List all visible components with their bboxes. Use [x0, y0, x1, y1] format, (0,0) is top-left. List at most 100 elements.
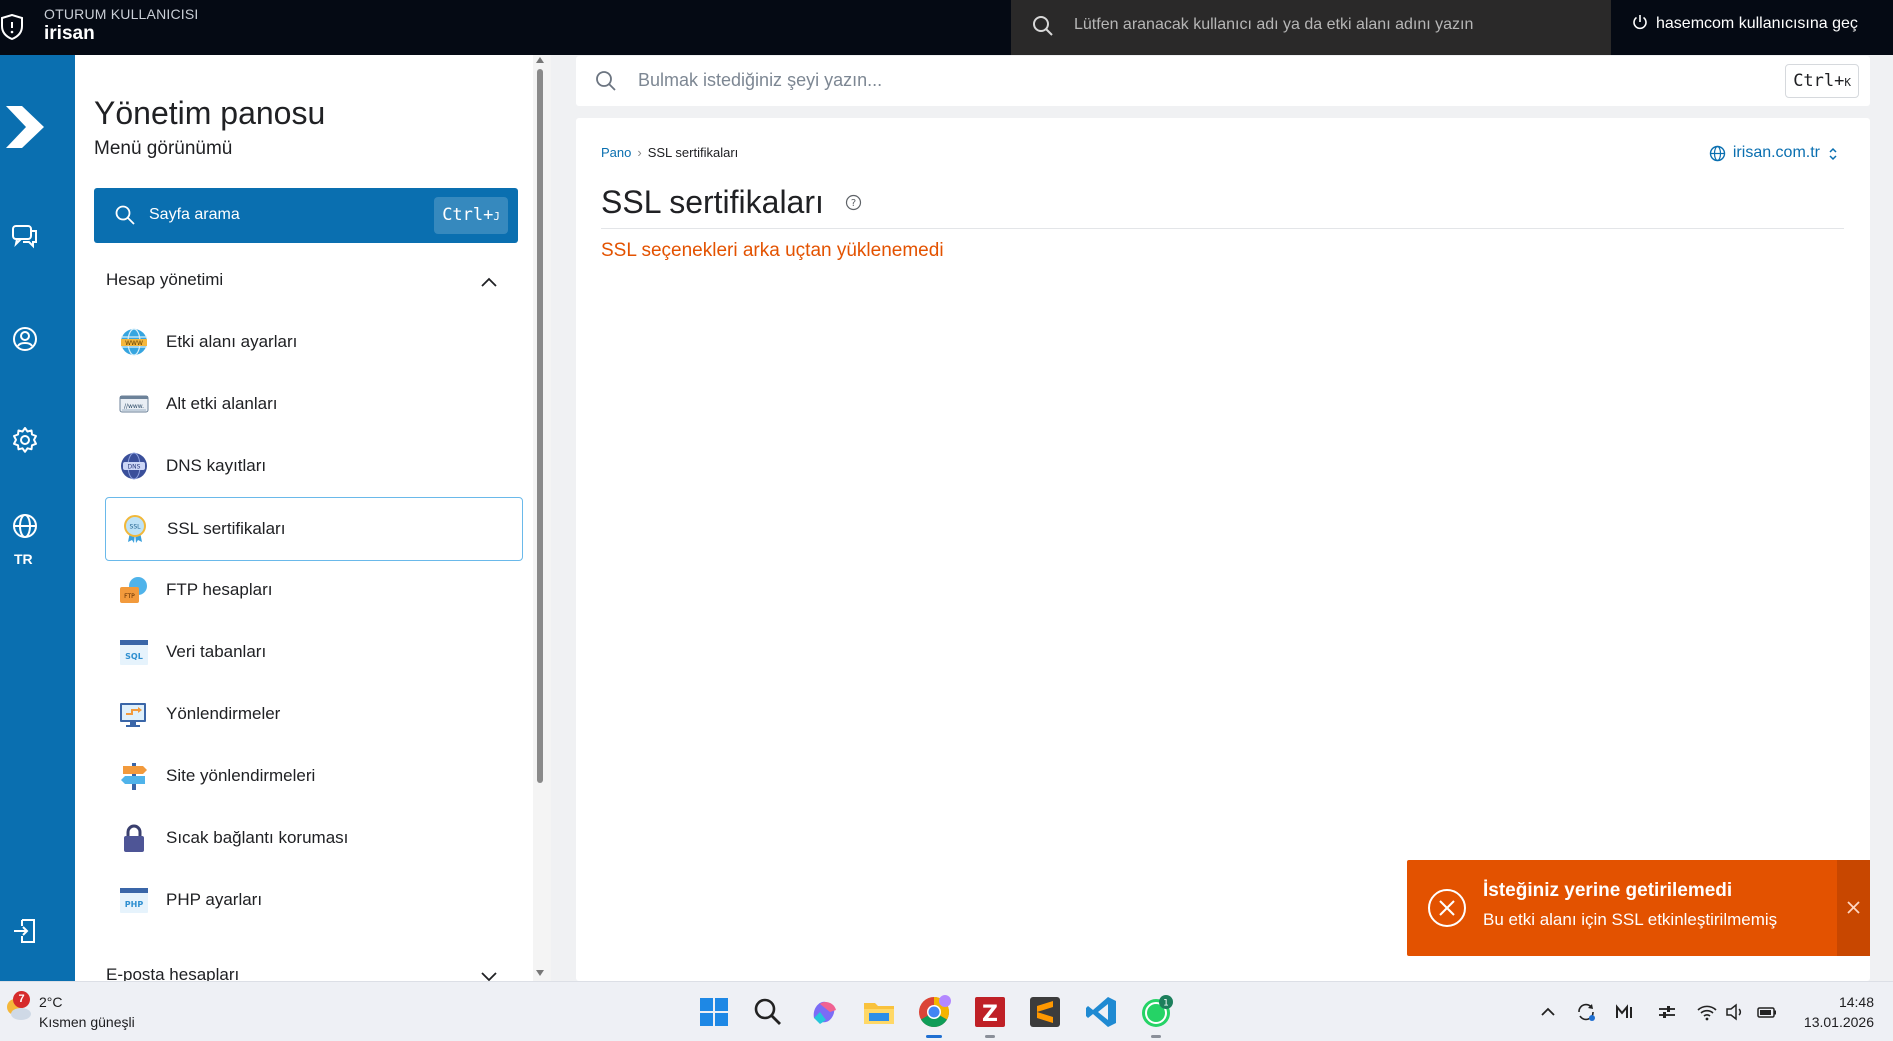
weather-temperature: 2°C	[39, 994, 63, 1010]
sidebar-item-hotlink-protection[interactable]: Sıcak bağlantı koruması	[105, 807, 523, 871]
sidebar-item-label: Site yönlendirmeleri	[166, 766, 316, 785]
chevron-up-icon[interactable]	[480, 273, 498, 291]
page-search-label: Sayfa arama	[149, 206, 240, 223]
sidebar-item-redirects[interactable]: Yönlendirmeler	[105, 683, 523, 747]
session-username: irisan	[44, 23, 95, 44]
sidebar-item-label: Alt etki alanları	[166, 394, 278, 413]
subdomain-icon: //www.	[119, 395, 149, 413]
sidebar-item-subdomains[interactable]: //www. Alt etki alanları	[105, 373, 523, 437]
main-search-placeholder: Bulmak istediğiniz şeyi yazın...	[638, 70, 883, 90]
breadcrumb-separator-icon: ›	[637, 145, 642, 160]
breadcrumb-home[interactable]: Pano	[601, 145, 631, 160]
vscode-icon[interactable]	[1083, 994, 1119, 1030]
sidebar-item-label: Etki alanı ayarları	[166, 332, 298, 351]
power-icon	[1633, 15, 1647, 30]
battery-icon[interactable]	[1756, 1001, 1778, 1023]
settings-sliders-icon[interactable]	[1656, 1001, 1678, 1023]
sidebar-item-ftp-accounts[interactable]: FTP FTP hesapları	[105, 559, 523, 623]
top-bar: OTURUM KULLANICISI irisan Lütfen aranaca…	[0, 0, 1893, 55]
breadcrumb-current: SSL sertifikaları	[647, 145, 739, 160]
section-account-management[interactable]: Hesap yönetimi	[106, 270, 223, 290]
section-email-accounts[interactable]: E-posta hesapları	[106, 965, 239, 981]
svg-text:SQL: SQL	[125, 652, 143, 661]
sublime-text-icon[interactable]	[1027, 994, 1063, 1030]
clock-time[interactable]: 14:48	[1820, 994, 1874, 1010]
sidebar-item-site-redirects[interactable]: Site yönlendirmeleri	[105, 745, 523, 809]
chrome-icon[interactable]	[916, 994, 952, 1030]
sync-icon[interactable]	[1575, 1001, 1597, 1023]
user-domain-search[interactable]: Lütfen aranacak kullanıcı adı ya da etki…	[1011, 0, 1611, 55]
session-label: OTURUM KULLANICISI	[44, 6, 199, 22]
page-title: SSL sertifikaları	[601, 184, 824, 220]
chevron-up-icon[interactable]	[1537, 1001, 1559, 1023]
lock-icon	[124, 824, 144, 852]
www-icon: WWW	[121, 328, 147, 356]
user-domain-search-placeholder: Lütfen aranacak kullanıcı adı ya da etki…	[1074, 16, 1474, 33]
scroll-thumb[interactable]	[537, 69, 543, 783]
sidebar-item-dns-records[interactable]: DNS DNS kayıtları	[105, 435, 523, 499]
filezilla-icon[interactable]: Z	[972, 994, 1008, 1030]
whatsapp-icon[interactable]: 1	[1138, 994, 1174, 1030]
file-explorer-icon[interactable]	[861, 994, 897, 1030]
svg-text:SSL: SSL	[130, 524, 142, 531]
switch-user-button[interactable]: hasemcom kullanıcısına geç	[1632, 14, 1858, 33]
domain-selector-label: irisan.com.tr	[1732, 144, 1820, 161]
sidebar-item-label: Yönlendirmeler	[166, 704, 281, 723]
help-icon[interactable]: ?	[845, 194, 862, 211]
sidebar-item-php-settings[interactable]: PHP PHP ayarları	[105, 869, 523, 933]
logout-icon[interactable]	[11, 917, 39, 945]
windows-start-icon[interactable]	[696, 994, 732, 1030]
main-search-shortcut: Ctrl+K	[1785, 64, 1859, 98]
scroll-up-arrow[interactable]	[536, 57, 544, 63]
toast-close-button[interactable]	[1837, 860, 1870, 956]
logo-icon[interactable]	[4, 100, 48, 155]
taskbar: 7 2°C Kısmen güneşli Z 1 14:48 13.01.202…	[0, 981, 1893, 1041]
weather-condition: Kısmen güneşli	[39, 1014, 135, 1030]
running-app-indicator	[985, 1035, 995, 1038]
left-rail: TR	[0, 55, 75, 981]
scroll-down-arrow[interactable]	[536, 970, 544, 976]
wifi-icon[interactable]	[1696, 1001, 1718, 1023]
gear-icon[interactable]	[11, 426, 39, 454]
copilot-icon[interactable]	[806, 994, 842, 1030]
ftp-icon: FTP	[120, 577, 147, 603]
svg-text:WWW: WWW	[125, 340, 143, 347]
language-label[interactable]: TR	[14, 551, 33, 567]
sidebar-item-ssl-certificates[interactable]: SSL SSL sertifikaları	[105, 497, 523, 561]
page-search-shortcut: Ctrl+J	[434, 197, 508, 234]
sidebar-subtitle: Menü görünümü	[94, 138, 233, 159]
sidebar-scrollbar[interactable]	[533, 55, 551, 981]
page-search-button[interactable]: Sayfa arama Ctrl+J	[94, 188, 518, 243]
volume-icon[interactable]	[1724, 1001, 1746, 1023]
active-app-indicator	[926, 1035, 942, 1038]
audio-app-icon[interactable]	[1614, 1001, 1636, 1023]
shield-icon	[1, 14, 23, 40]
dns-icon: DNS	[121, 452, 147, 480]
domain-selector[interactable]: irisan.com.tr	[1709, 144, 1837, 162]
globe-icon[interactable]	[11, 512, 39, 540]
svg-text:?: ?	[851, 198, 856, 209]
breadcrumb: Pano › SSL sertifikaları	[601, 145, 738, 160]
search-icon	[596, 71, 616, 91]
redirect-icon	[120, 703, 146, 727]
sidebar-item-label: PHP ayarları	[166, 890, 263, 909]
switch-user-label: hasemcom kullanıcısına geç	[1656, 15, 1858, 32]
sidebar-item-label: DNS kayıtları	[166, 456, 267, 475]
running-app-indicator	[1151, 1035, 1161, 1038]
sql-icon: SQL	[120, 640, 148, 665]
user-icon[interactable]	[11, 325, 39, 353]
search-icon[interactable]	[750, 994, 786, 1030]
close-icon	[1847, 901, 1860, 914]
chevron-down-icon[interactable]	[480, 970, 498, 981]
sidebar: Yönetim panosu Menü görünümü Sayfa arama…	[75, 55, 551, 981]
sidebar-item-label: FTP hesapları	[166, 580, 273, 599]
main-search-bar[interactable]: Bulmak istediğiniz şeyi yazın... Ctrl+K	[576, 56, 1870, 106]
svg-text://www.: //www.	[124, 403, 144, 410]
sidebar-item-databases[interactable]: SQL Veri tabanları	[105, 621, 523, 685]
clock-date[interactable]: 13.01.2026	[1797, 1014, 1874, 1030]
search-icon	[1033, 16, 1053, 36]
sidebar-item-label: SSL sertifikaları	[167, 519, 286, 538]
chat-icon[interactable]	[11, 222, 39, 250]
svg-text:DNS: DNS	[128, 464, 141, 471]
sidebar-item-domain-settings[interactable]: WWW Etki alanı ayarları	[105, 311, 523, 375]
